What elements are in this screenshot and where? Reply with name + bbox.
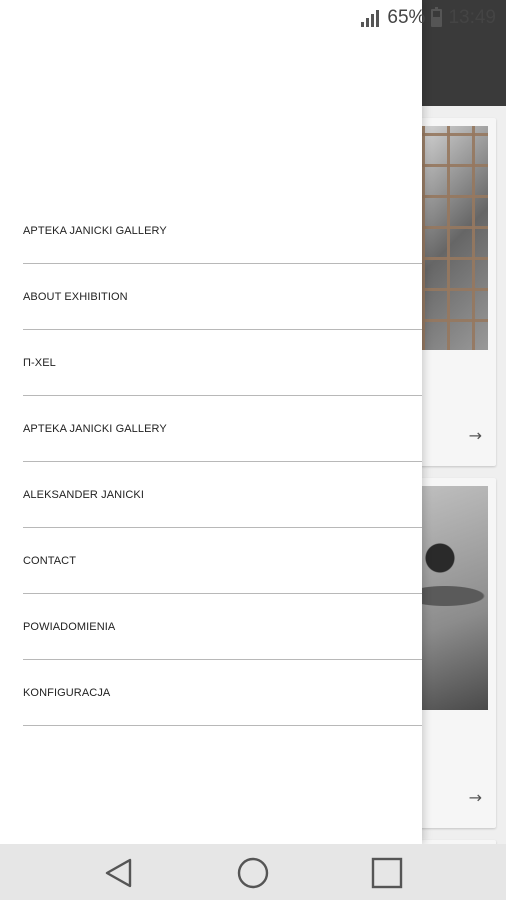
- menu-item-label: KONFIGURACJA: [23, 686, 111, 699]
- home-circle-icon[interactable]: [236, 856, 270, 890]
- system-navigation-bar: [0, 844, 506, 900]
- arrow-right-icon[interactable]: →: [469, 426, 482, 445]
- menu-item-about-exhibition[interactable]: ABOUT EXHIBITION: [23, 264, 422, 330]
- back-triangle-icon[interactable]: [102, 856, 136, 890]
- menu-item-pi-xel[interactable]: Π-XEL: [23, 330, 422, 396]
- menu-item-powiadomienia[interactable]: POWIADOMIENIA: [23, 594, 422, 660]
- screen: → → 65% 13:49 APTEKA JANICKI GALLERY ABO…: [0, 0, 506, 900]
- signal-bars-icon: [361, 9, 380, 27]
- menu-item-apteka-janicki-gallery-2[interactable]: APTEKA JANICKI GALLERY: [23, 396, 422, 462]
- menu-item-label: Π-XEL: [23, 356, 56, 369]
- menu-item-label: APTEKA JANICKI GALLERY: [23, 224, 167, 237]
- menu-item-label: POWIADOMIENIA: [23, 620, 116, 633]
- menu-item-apteka-janicki-gallery[interactable]: APTEKA JANICKI GALLERY: [23, 198, 422, 264]
- menu-item-label: APTEKA JANICKI GALLERY: [23, 422, 167, 435]
- arrow-right-icon[interactable]: →: [469, 788, 482, 807]
- menu-item-label: ABOUT EXHIBITION: [23, 290, 128, 303]
- menu-item-label: CONTACT: [23, 554, 77, 567]
- clock: 13:49: [448, 7, 496, 28]
- recents-square-icon[interactable]: [370, 856, 404, 890]
- menu-item-konfiguracja[interactable]: KONFIGURACJA: [23, 660, 422, 726]
- battery-percent: 65%: [387, 7, 426, 28]
- menu-item-contact[interactable]: CONTACT: [23, 528, 422, 594]
- battery-icon: [431, 7, 443, 27]
- drawer-menu: APTEKA JANICKI GALLERY ABOUT EXHIBITION …: [23, 198, 422, 726]
- menu-item-aleksander-janicki[interactable]: ALEKSANDER JANICKI: [23, 462, 422, 528]
- menu-item-label: ALEKSANDER JANICKI: [23, 488, 145, 501]
- navigation-drawer: APTEKA JANICKI GALLERY ABOUT EXHIBITION …: [0, 0, 422, 844]
- status-bar: 65% 13:49: [0, 0, 506, 36]
